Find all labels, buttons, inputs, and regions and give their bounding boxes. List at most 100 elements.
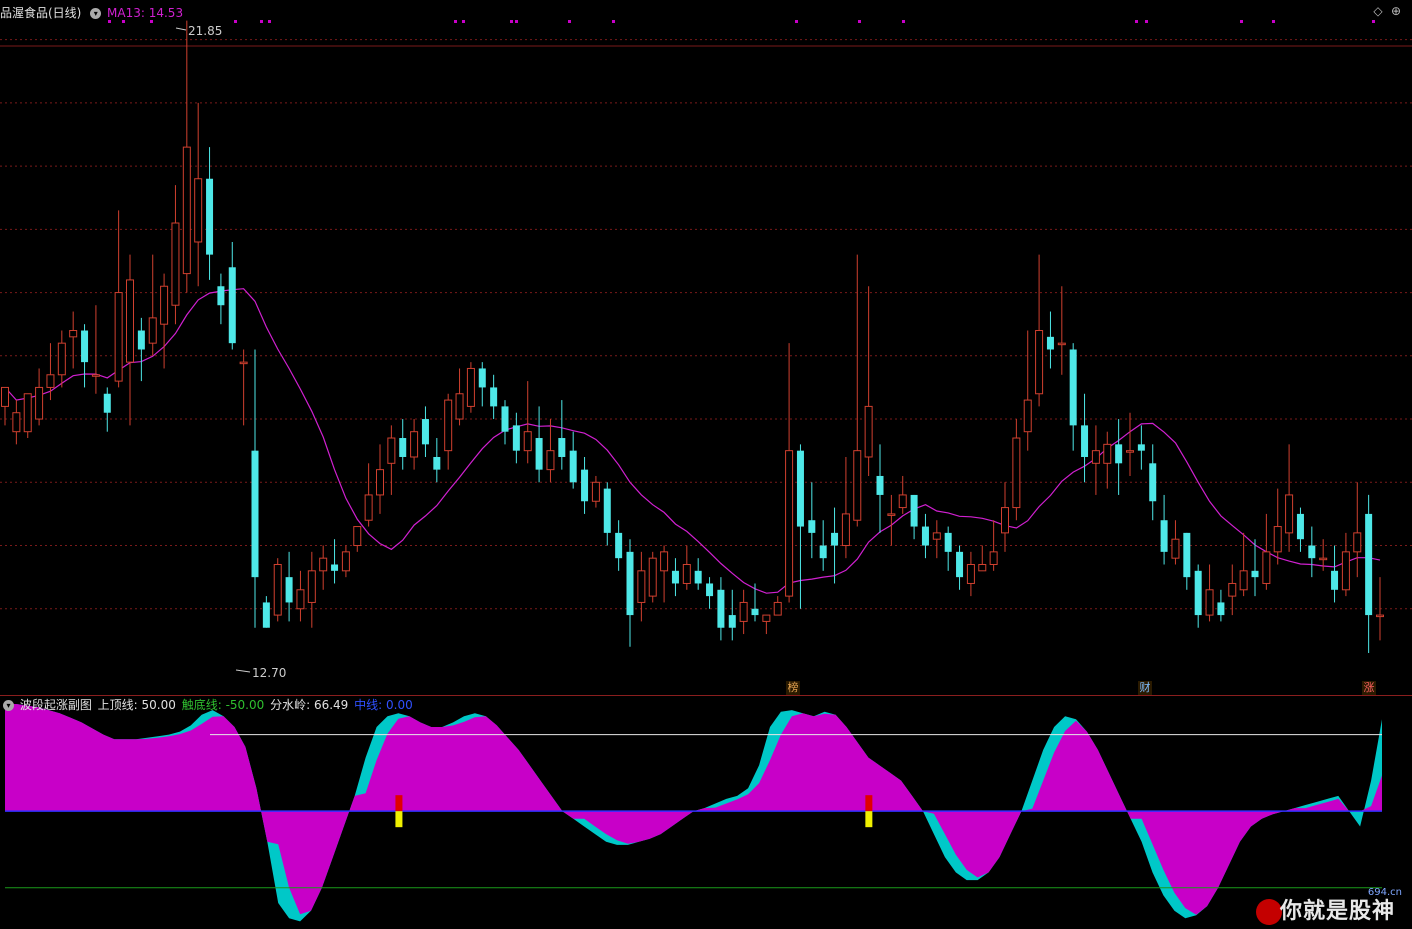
candle-body-up [296, 589, 305, 610]
candle-body-down [512, 425, 520, 451]
signal-dot [902, 20, 905, 23]
candle-body-down [581, 469, 589, 502]
candle-body-up [773, 601, 782, 616]
candle-body-down [1115, 444, 1123, 464]
candle-body-up [739, 601, 748, 622]
candle-body-up [1035, 330, 1044, 395]
candle-body-up [57, 342, 66, 376]
candle-body-up [466, 367, 475, 407]
candle-body-up [546, 450, 555, 471]
candle-body-down [1149, 463, 1157, 502]
signal-dot [234, 20, 237, 23]
candle-body-down [876, 475, 884, 495]
signal-dot [612, 20, 615, 23]
watermark: 你就是股神 694.cn [1256, 887, 1406, 927]
candle-body-up [12, 412, 21, 433]
candle-body-up [591, 481, 600, 502]
badge-bang[interactable]: 榜 [786, 681, 800, 695]
candle-body-down [228, 267, 236, 344]
candle-body-up [1273, 526, 1282, 553]
candle-body-up [148, 317, 157, 344]
candle-body-down [331, 564, 339, 571]
candle-body-up [853, 450, 862, 521]
candle-body-up [1228, 582, 1237, 597]
candle-body-up [387, 437, 396, 464]
osc-magenta-area [5, 704, 1382, 915]
candle-body-down [217, 286, 225, 306]
candle-body-down [910, 494, 918, 527]
candle-body-down [706, 583, 714, 597]
candle-body-up [126, 279, 134, 363]
oscillator-chart [5, 704, 1382, 922]
candle-body-down [944, 532, 952, 552]
candle-body-down [103, 393, 111, 413]
signal-dot [454, 20, 457, 23]
candle-body-down [831, 532, 839, 546]
candle-body-up [1285, 494, 1294, 534]
low-marker [235, 669, 251, 673]
candle-body-up [376, 469, 384, 496]
candle-body-down [558, 438, 566, 457]
candle-body-up [410, 431, 419, 458]
candle-body-down [1251, 570, 1259, 578]
candle-body-up [1319, 557, 1328, 561]
signal-bar-yellow [865, 811, 873, 828]
signal-dot [1272, 20, 1275, 23]
logo-icon [1256, 899, 1282, 925]
candlestick-chart [0, 20, 1412, 673]
candle-body-up [660, 551, 669, 572]
divide-line-label: 分水岭: 66.49 [270, 698, 349, 712]
low-price-label: 12.70 [252, 666, 287, 680]
candle-body-up [978, 563, 987, 572]
price-chart-panel: 品渥食品(日线) ▾ MA13: 14.53 ◇ ⊕ 21.85 12.70 榜… [0, 0, 1412, 695]
candle-body-up [841, 513, 850, 547]
candle-body-down [285, 577, 293, 603]
candle-body-down [251, 450, 259, 578]
candle-body-down [1331, 570, 1339, 590]
signal-bar-red [865, 795, 873, 812]
candle-body-up [341, 551, 350, 572]
candle-body-down [1296, 513, 1304, 540]
candle-body-up [864, 405, 873, 458]
candle-body-down [819, 545, 827, 559]
candle-body-up [1126, 450, 1134, 453]
candle-body-up [444, 399, 453, 452]
candle-body-down [535, 438, 543, 470]
candle-body-up [887, 513, 896, 516]
candle-body-down [956, 551, 964, 578]
badge-zhang[interactable]: 涨 [1362, 681, 1376, 695]
candle-body-up [1205, 589, 1214, 616]
candle-body-down [728, 615, 736, 628]
signal-dot [795, 20, 798, 23]
candle-body-up [637, 570, 646, 603]
candle-body-up [898, 494, 907, 509]
candle-body-up [1012, 437, 1021, 509]
candle-body-down [478, 368, 486, 388]
signal-dot [1240, 20, 1243, 23]
candle-body-down [1046, 336, 1054, 350]
candle-body-up [364, 494, 373, 521]
candle-body-up [35, 386, 44, 420]
candle-body-down [1183, 532, 1191, 578]
candle-body-up [1057, 342, 1066, 346]
watermark-site: 694.cn [1367, 887, 1402, 898]
candle-body-up [171, 222, 180, 306]
candle-body-down [1194, 570, 1202, 616]
candle-body-up [455, 393, 464, 420]
sub-indicator-menu-icon[interactable]: ▾ [3, 700, 14, 711]
candle-body-up [1341, 551, 1350, 591]
candle-body-down [603, 488, 611, 533]
candle-body-down [1365, 513, 1373, 616]
candle-body-down [694, 570, 702, 584]
candle-body-down [569, 450, 577, 483]
candle-body-up [1023, 399, 1032, 433]
candle-body-up [1091, 450, 1100, 464]
candle-body-down [433, 456, 441, 470]
candle-body-down [137, 330, 145, 350]
candle-body-down [262, 602, 270, 628]
candle-body-up [46, 374, 55, 388]
badge-cai[interactable]: 财 [1138, 681, 1152, 695]
candle-body-down [206, 178, 214, 255]
candle-body-up [1103, 443, 1112, 464]
candle-body-down [399, 438, 407, 457]
